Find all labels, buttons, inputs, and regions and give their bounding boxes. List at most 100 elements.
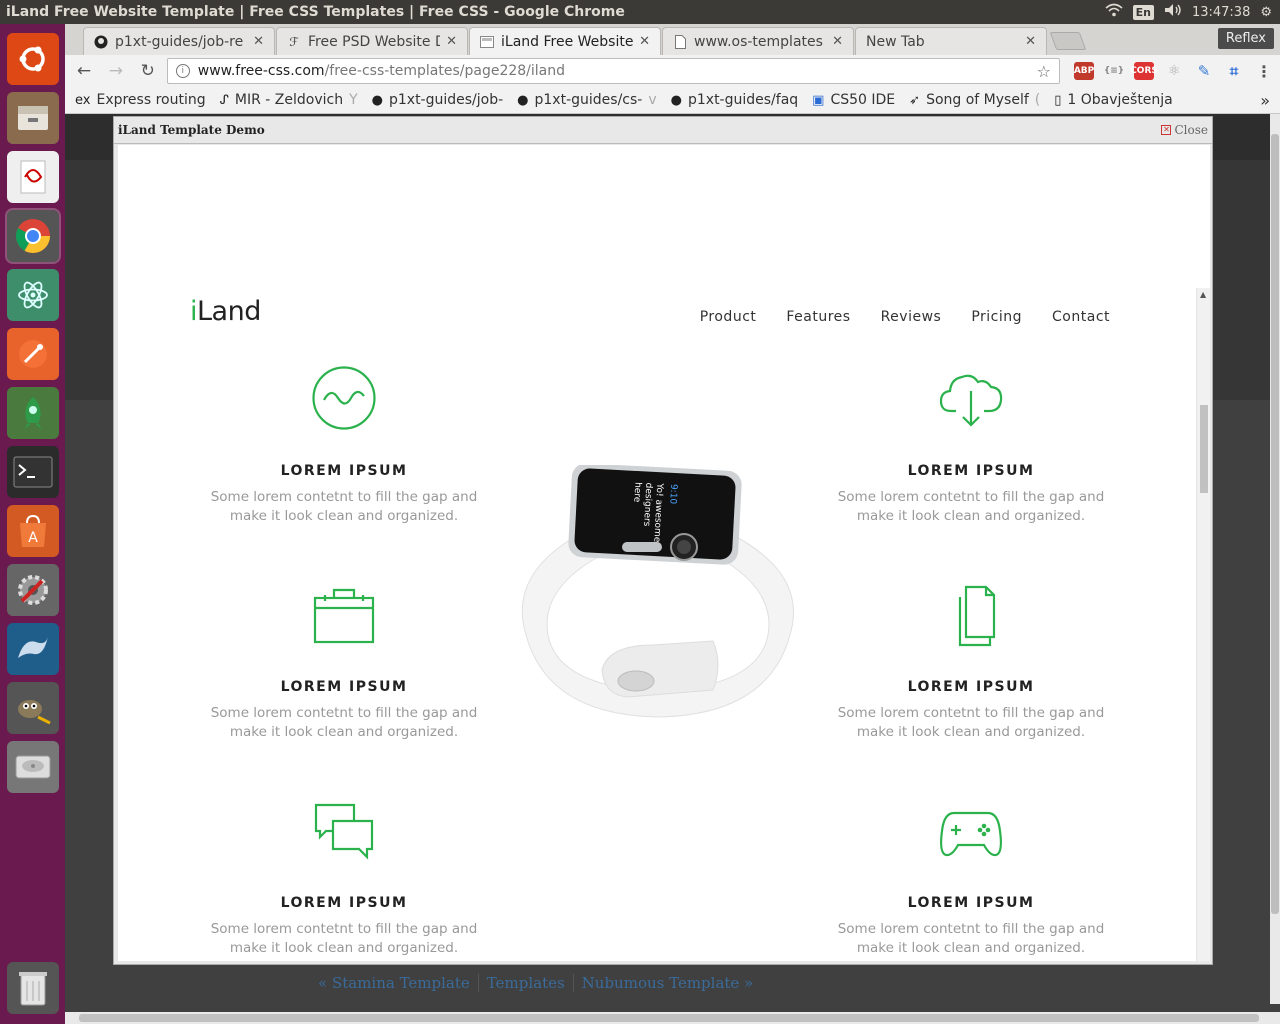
smartwatch-image: 9:10 Yo! awesome designers here — [521, 465, 794, 718]
close-tab-icon[interactable]: ✕ — [832, 34, 843, 49]
menu-icon[interactable]: ⋮ — [1254, 62, 1274, 81]
adblock-icon[interactable]: ABP — [1074, 62, 1094, 80]
scroll-up-icon[interactable]: ▲ — [1200, 290, 1206, 299]
documents-icon — [958, 585, 996, 647]
software-center-icon[interactable]: A — [6, 505, 59, 557]
psd-icon: ℱ — [289, 34, 299, 49]
prev-template-link[interactable]: « Stamina Template — [310, 974, 479, 992]
url-text[interactable]: www.free-css.com/free-css-templates/page… — [198, 63, 1029, 79]
site-logo[interactable]: iLand — [190, 296, 261, 327]
tab-os-templates[interactable]: www.os-templates ✕ — [662, 27, 854, 55]
nav-contact[interactable]: Contact — [1052, 309, 1110, 325]
feature-text: Some lorem contetnt to fill the gap and … — [210, 921, 478, 956]
atom-icon[interactable] — [6, 269, 59, 321]
color-picker-icon[interactable]: ✎ — [1194, 62, 1214, 80]
terminal-icon[interactable] — [6, 446, 59, 498]
mysql-workbench-icon[interactable] — [6, 623, 59, 675]
forward-button[interactable]: → — [103, 58, 129, 84]
chrome-icon[interactable] — [4, 208, 61, 264]
feature-card: LOREM IPSUM Some lorem contetnt to fill … — [821, 585, 1121, 742]
rocket-icon[interactable] — [6, 387, 59, 439]
tab-job-ready[interactable]: p1xt-guides/job-re ✕ — [83, 27, 275, 55]
nav-product[interactable]: Product — [700, 309, 757, 325]
react-devtools-icon[interactable]: ⚛ — [1164, 62, 1184, 80]
horizontal-scrollbar[interactable] — [65, 1012, 1280, 1024]
volume-icon[interactable] — [1164, 3, 1182, 21]
feature-text: Some lorem contetnt to fill the gap and … — [837, 921, 1105, 956]
bookmark-job-ready[interactable]: ● p1xt-guides/job- — [372, 92, 504, 108]
page-scrollbar[interactable] — [1270, 114, 1280, 1004]
templates-link[interactable]: Templates — [479, 974, 574, 992]
bookmark-obavjestenja[interactable]: ▯ 1 Obavještenja — [1054, 92, 1173, 108]
close-tab-icon[interactable]: ✕ — [446, 34, 457, 49]
system-top-bar: iLand Free Website Template | Free CSS T… — [0, 0, 1280, 24]
new-tab-button[interactable] — [1049, 32, 1087, 50]
reload-button[interactable]: ↻ — [135, 58, 161, 84]
document-viewer-icon[interactable] — [6, 151, 59, 203]
template-pager: « Stamina Template Templates Nubumous Te… — [310, 974, 761, 992]
css-icon — [480, 35, 494, 49]
clock[interactable]: 13:47:38 — [1192, 5, 1250, 20]
bookmark-mir-zeldovich[interactable]: ᔑ MIR - Zeldovich Y — [220, 92, 358, 108]
svg-text:here: here — [631, 482, 642, 503]
postman-icon[interactable] — [6, 328, 59, 380]
close-icon: ✕ — [1161, 125, 1172, 135]
tab-iland[interactable]: iLand Free Website ✕ — [469, 27, 661, 55]
trash-icon[interactable] — [6, 962, 59, 1014]
ubuntu-icon[interactable] — [6, 33, 59, 85]
bookmark-express-routing[interactable]: ex Express routing — [75, 92, 206, 108]
address-bar[interactable]: i www.free-css.com/free-css-templates/pa… — [166, 58, 1061, 84]
settings-icon[interactable] — [6, 564, 59, 616]
nav-features[interactable]: Features — [786, 309, 850, 325]
extensions: ABP {≡} CORS ⚛ ✎ ⌗ ⋮ — [1074, 62, 1274, 81]
profile-button[interactable]: Reflex — [1217, 28, 1274, 49]
unity-launcher: A — [0, 24, 65, 1024]
modal-close-button[interactable]: ✕ Close — [1161, 123, 1208, 137]
tab-new-tab[interactable]: New Tab ✕ — [855, 27, 1047, 55]
feature-card: LOREM IPSUM Some lorem contetnt to fill … — [821, 801, 1121, 958]
feature-card: LOREM IPSUM Some lorem contetnt to fill … — [194, 365, 494, 526]
bookmark-cs[interactable]: ● p1xt-guides/cs-v — [517, 92, 656, 108]
feature-title: LOREM IPSUM — [280, 895, 408, 911]
github-icon — [94, 35, 108, 49]
grid-icon[interactable]: ⌗ — [1224, 62, 1244, 80]
nav-reviews[interactable]: Reviews — [881, 309, 942, 325]
svg-text:9:10: 9:10 — [667, 484, 678, 505]
info-icon[interactable]: i — [175, 64, 190, 78]
keyboard-layout-indicator[interactable]: En — [1132, 4, 1154, 20]
nav-pricing[interactable]: Pricing — [971, 309, 1022, 325]
browser-toolbar: ← → ↻ i www.free-css.com/free-css-templa… — [65, 55, 1280, 87]
chat-icon — [314, 803, 374, 860]
modal-title: iLand Template Demo — [118, 123, 265, 137]
files-icon[interactable] — [6, 92, 59, 144]
gimp-icon[interactable] — [6, 682, 59, 734]
close-tab-icon[interactable]: ✕ — [1025, 34, 1036, 49]
github-icon: ● — [517, 92, 529, 108]
back-button[interactable]: ← — [71, 58, 97, 84]
page-viewport: iLand Template Demo ✕ Close iLand Product… — [65, 114, 1280, 1024]
bookmark-cs50-ide[interactable]: ▣ CS50 IDE — [812, 92, 895, 108]
preview-scrollbar[interactable]: ▲ — [1196, 288, 1210, 961]
cors-icon[interactable]: CORS — [1130, 62, 1158, 80]
browser-window: p1xt-guides/job-re ✕ ℱ Free PSD Website … — [65, 24, 1280, 1024]
feature-card: LOREM IPSUM Some lorem contetnt to fill … — [194, 585, 494, 742]
gear-icon[interactable]: ⚙ — [1260, 5, 1272, 20]
disk-icon[interactable] — [6, 741, 59, 793]
feature-title: LOREM IPSUM — [907, 463, 1035, 479]
next-template-link[interactable]: Nubumous Template » — [574, 974, 762, 992]
template-preview-frame: iLand Product Features Reviews Pricing C… — [118, 145, 1210, 961]
modal-header: iLand Template Demo ✕ Close — [114, 117, 1212, 144]
tab-free-psd[interactable]: ℱ Free PSD Website D ✕ — [276, 27, 468, 55]
cloud-download-icon — [939, 374, 1003, 427]
wifi-icon[interactable] — [1105, 3, 1123, 21]
close-tab-icon[interactable]: ✕ — [253, 34, 264, 49]
feature-title: LOREM IPSUM — [907, 895, 1035, 911]
feature-title: LOREM IPSUM — [280, 463, 408, 479]
bookmark-star-icon[interactable]: ☆ — [1037, 62, 1051, 81]
bookmarks-bar: ex Express routing ᔑ MIR - Zeldovich Y ● p1x… — [65, 87, 1280, 114]
bookmark-song-of-myself[interactable]: ➶ Song of Myself( — [909, 92, 1040, 108]
more-bookmarks-icon[interactable]: » — [1260, 91, 1270, 110]
json-viewer-icon[interactable]: {≡} — [1104, 62, 1124, 80]
bookmark-faq[interactable]: ● p1xt-guides/faq — [671, 92, 799, 108]
close-tab-icon[interactable]: ✕ — [639, 34, 650, 49]
